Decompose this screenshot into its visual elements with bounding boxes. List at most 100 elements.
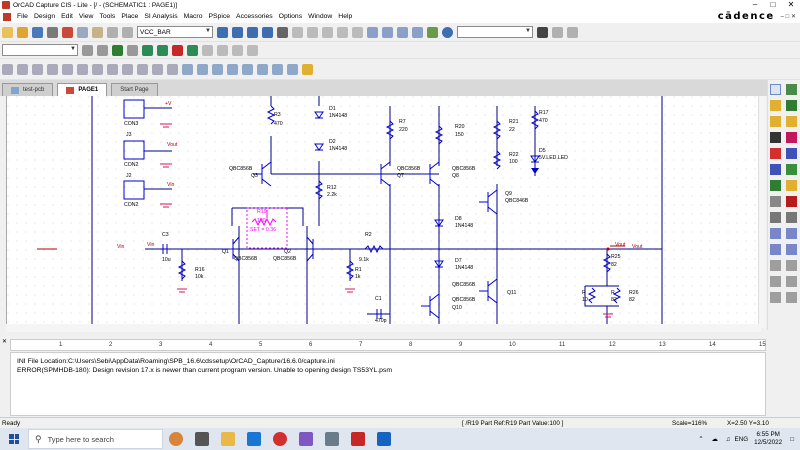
document-icon[interactable] (3, 12, 11, 21)
taskbar-search[interactable]: ⚲ Type here to search (28, 429, 163, 449)
menu-view[interactable]: View (76, 13, 97, 20)
menu-help[interactable]: Help (335, 13, 355, 20)
view-results-icon[interactable] (127, 44, 138, 56)
close-icon[interactable]: ✕ (2, 338, 7, 345)
junction-icon[interactable] (122, 63, 133, 75)
search-combo[interactable]: ▼ (457, 26, 533, 38)
rotate-icon[interactable] (47, 63, 58, 75)
menu-edit[interactable]: Edit (58, 13, 76, 20)
tab-page1[interactable]: PAGE1 (57, 83, 108, 96)
place-line-icon[interactable] (770, 212, 781, 223)
place-net-alias-icon[interactable] (770, 132, 781, 143)
bom-icon[interactable] (352, 26, 363, 38)
paste-icon[interactable] (92, 26, 103, 38)
notifications-icon[interactable]: □ (790, 436, 794, 443)
ground-icon[interactable] (167, 63, 178, 75)
run-icon[interactable] (112, 44, 123, 56)
help-icon[interactable] (442, 26, 453, 38)
bias-toggle-icon[interactable] (247, 44, 258, 56)
place-pin-array-icon[interactable] (770, 292, 781, 303)
menu-si-analysis[interactable]: SI Analysis (141, 13, 180, 20)
undo-icon[interactable] (107, 26, 118, 38)
volume-icon[interactable]: ♫ (726, 436, 731, 443)
place-ellipse-icon[interactable] (786, 228, 797, 239)
pspice-icon[interactable] (377, 432, 391, 446)
place-part-icon[interactable] (786, 84, 797, 95)
session-log[interactable]: INI File Location:C:\Users\Sebi\AppData\… (10, 352, 766, 416)
select-icon[interactable] (770, 84, 781, 95)
place-polyline-icon[interactable] (786, 212, 797, 223)
minimize-button[interactable]: – (746, 0, 764, 10)
place-pin-icon[interactable] (786, 276, 797, 287)
netlist-icon[interactable] (322, 26, 333, 38)
start-button[interactable] (0, 434, 28, 444)
place-picture-icon[interactable] (770, 276, 781, 287)
drc-icon[interactable] (307, 26, 318, 38)
align-middle-icon[interactable] (242, 63, 253, 75)
place-junction-icon[interactable] (786, 132, 797, 143)
align-top-icon[interactable] (227, 63, 238, 75)
new-profile-icon[interactable] (82, 44, 93, 56)
place-part-icon[interactable] (77, 63, 88, 75)
browse-icon[interactable] (382, 26, 393, 38)
tab-start-page[interactable]: Start Page (111, 83, 158, 96)
net-combo[interactable]: VCC_BAR ▼ (137, 26, 213, 38)
snap-grid-icon[interactable] (2, 63, 13, 75)
file-explorer-icon[interactable] (221, 432, 235, 446)
visibility-icon[interactable] (277, 26, 288, 38)
clock[interactable]: 6:55 PM 12/5/2022 (754, 431, 782, 447)
current-marker-icon[interactable] (172, 44, 183, 56)
bias-w-icon[interactable] (232, 44, 243, 56)
task-view-icon[interactable] (195, 432, 209, 446)
power-icon[interactable] (152, 63, 163, 75)
area-select-icon[interactable] (17, 63, 28, 75)
voltage-marker-icon[interactable] (142, 44, 153, 56)
place-net-group-icon[interactable] (786, 100, 797, 111)
opera-icon[interactable] (273, 432, 287, 446)
distribute-icon[interactable] (272, 63, 283, 75)
cross-ref-icon[interactable] (337, 26, 348, 38)
place-power-icon[interactable] (786, 148, 797, 159)
menu-options[interactable]: Options (276, 13, 305, 20)
bias-v-icon[interactable] (202, 44, 213, 56)
maximize-button[interactable]: □ (764, 0, 782, 10)
gingerbread-icon[interactable] (169, 432, 183, 446)
place-arc-icon[interactable] (770, 244, 781, 255)
print-icon[interactable] (47, 26, 58, 38)
place-bus-icon[interactable] (786, 116, 797, 127)
mdi-window-controls[interactable]: – □ ✕ (781, 13, 796, 20)
menu-place[interactable]: Place (118, 13, 141, 20)
new-icon[interactable] (2, 26, 13, 38)
session-log-icon[interactable] (412, 26, 423, 38)
power-marker-icon[interactable] (187, 44, 198, 56)
pcb-editor-icon[interactable] (351, 432, 365, 446)
place-rectangle-icon[interactable] (770, 228, 781, 239)
open-icon[interactable] (17, 26, 28, 38)
menu-tools[interactable]: Tools (96, 13, 118, 20)
copy-icon[interactable] (77, 26, 88, 38)
place-no-erc-icon[interactable] (786, 196, 797, 207)
orcad-capture-icon[interactable] (325, 432, 339, 446)
discord-icon[interactable] (299, 432, 313, 446)
place-bus-entry-icon[interactable] (770, 148, 781, 159)
menu-macro[interactable]: Macro (181, 13, 206, 20)
align-right-icon[interactable] (212, 63, 223, 75)
vertical-scrollbar[interactable] (758, 96, 766, 328)
place-autowire-icon[interactable] (770, 116, 781, 127)
place-no-connect-icon[interactable] (770, 196, 781, 207)
zoom-in-icon[interactable] (217, 26, 228, 38)
wire-icon[interactable] (92, 63, 103, 75)
place-wire-icon[interactable] (770, 100, 781, 111)
nav-forward-icon[interactable] (567, 26, 578, 38)
menu-accessories[interactable]: Accessories (233, 13, 276, 20)
project-icon[interactable] (367, 26, 378, 38)
nav-back-icon[interactable] (552, 26, 563, 38)
cut-icon[interactable] (62, 26, 73, 38)
mail-icon[interactable] (247, 432, 261, 446)
place-title-block-icon[interactable] (786, 292, 797, 303)
place-hier-block-icon[interactable] (786, 164, 797, 175)
redo-icon[interactable] (122, 26, 133, 38)
net-alias-icon[interactable] (137, 63, 148, 75)
align-bottom-icon[interactable] (257, 63, 268, 75)
bias-i-icon[interactable] (217, 44, 228, 56)
